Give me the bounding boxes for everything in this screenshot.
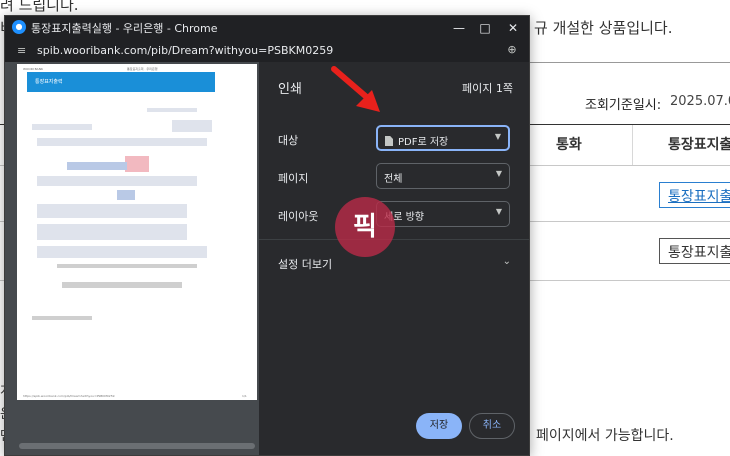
title-bar[interactable]: ● 통장표지출력실행 - 우리은행 - Chrome — □ ✕ (5, 16, 529, 40)
blurred-content (62, 282, 182, 288)
bankbook-print-button-row2[interactable]: 통장표지출 (659, 238, 730, 264)
notice-text: 규 개설한 상품입니다. (534, 19, 673, 37)
page-count: 페이지 1쪽 (462, 82, 513, 95)
table-header-bankbook: 통장표지출 (668, 137, 730, 153)
zoom-icon[interactable]: ⊕ (505, 43, 519, 57)
preview-footer-page: 1/1 (242, 394, 247, 398)
url-text[interactable]: spib.wooribank.com/pib/Dream?withyou=PSB… (37, 44, 333, 57)
preview-header-left: WOORI BANK (23, 67, 43, 71)
close-icon[interactable]: ✕ (499, 18, 527, 38)
blurred-content (57, 264, 197, 268)
blurred-content (37, 204, 187, 218)
tune-icon[interactable]: ≡ (17, 44, 31, 58)
query-date-value: 2025.07.02 (670, 94, 730, 109)
preview-banner: 통장표지출력 (27, 72, 215, 92)
bankbook-print-button-row1[interactable]: 통장표지출 (659, 182, 730, 208)
chevron-down-icon: ▼ (495, 169, 502, 178)
destination-select[interactable]: PDF로 저장 ▼ (376, 125, 510, 151)
chrome-popup-window: ● 통장표지출력실행 - 우리은행 - Chrome — □ ✕ ≡ spib.… (4, 15, 530, 456)
cancel-button[interactable]: 취소 (469, 413, 515, 439)
blurred-content (125, 156, 149, 172)
blurred-content (172, 120, 212, 132)
footer-note: 페이지에서 가능합니다. (536, 428, 674, 444)
blurred-content (37, 246, 207, 258)
preview-header-right: 통장표지출력 · 우리은행 (127, 67, 158, 71)
more-settings-toggle[interactable]: 설정 더보기 (278, 256, 332, 272)
pages-value: 전체 (384, 174, 403, 185)
red-arrow-icon (331, 66, 380, 112)
preview-footer-url: https://spib.wooribank.com/pib/Dream?wit… (23, 394, 115, 398)
preview-scrollbar[interactable] (19, 443, 255, 449)
preview-banner-title: 통장표지출력 (35, 79, 63, 85)
print-settings-panel: 인쇄 페이지 1쪽 대상 PDF로 저장 ▼ 페이지 전체 ▼ 레이아웃 세로 … (259, 62, 529, 455)
save-button[interactable]: 저장 (416, 413, 462, 439)
blurred-content (37, 224, 187, 240)
woori-bank-favicon-icon: ● (12, 20, 26, 34)
pages-label: 페이지 (278, 172, 309, 185)
table-column-divider (632, 125, 633, 165)
layout-select[interactable]: 세로 방향 ▼ (376, 201, 510, 227)
address-bar[interactable]: ≡ spib.wooribank.com/pib/Dream?withyou=P… (5, 40, 529, 62)
destination-value: PDF로 저장 (398, 137, 449, 148)
watermark-stamp: 픽 (335, 197, 395, 257)
print-title: 인쇄 (278, 82, 302, 97)
layout-label: 레이아웃 (278, 210, 319, 223)
query-date-label: 조회기준일시: (585, 98, 662, 113)
blurred-content (67, 162, 127, 170)
blurred-content (32, 124, 92, 130)
blurred-content (117, 190, 135, 200)
destination-label: 대상 (278, 134, 299, 147)
chevron-down-icon: ▼ (495, 207, 502, 216)
chevron-down-icon: ▼ (494, 132, 501, 141)
window-title: 통장표지출력실행 - 우리은행 - Chrome (31, 22, 218, 35)
blurred-content (37, 176, 197, 186)
document-icon (385, 136, 393, 146)
print-preview-pane[interactable]: WOORI BANK 통장표지출력 · 우리은행 통장표지출력 https://… (5, 62, 259, 455)
chevron-down-icon[interactable]: ⌄ (503, 256, 511, 267)
settings-divider (259, 239, 529, 240)
table-header-currency: 통화 (556, 137, 582, 153)
section-divider (530, 62, 730, 63)
blurred-content (32, 316, 92, 320)
preview-page: WOORI BANK 통장표지출력 · 우리은행 통장표지출력 https://… (17, 64, 257, 400)
intro-text: 려 드립니다. (0, 0, 79, 14)
pages-select[interactable]: 전체 ▼ (376, 163, 510, 189)
maximize-icon[interactable]: □ (471, 18, 499, 38)
minimize-icon[interactable]: — (445, 18, 473, 38)
blurred-content (37, 138, 207, 146)
blurred-content (147, 108, 197, 112)
